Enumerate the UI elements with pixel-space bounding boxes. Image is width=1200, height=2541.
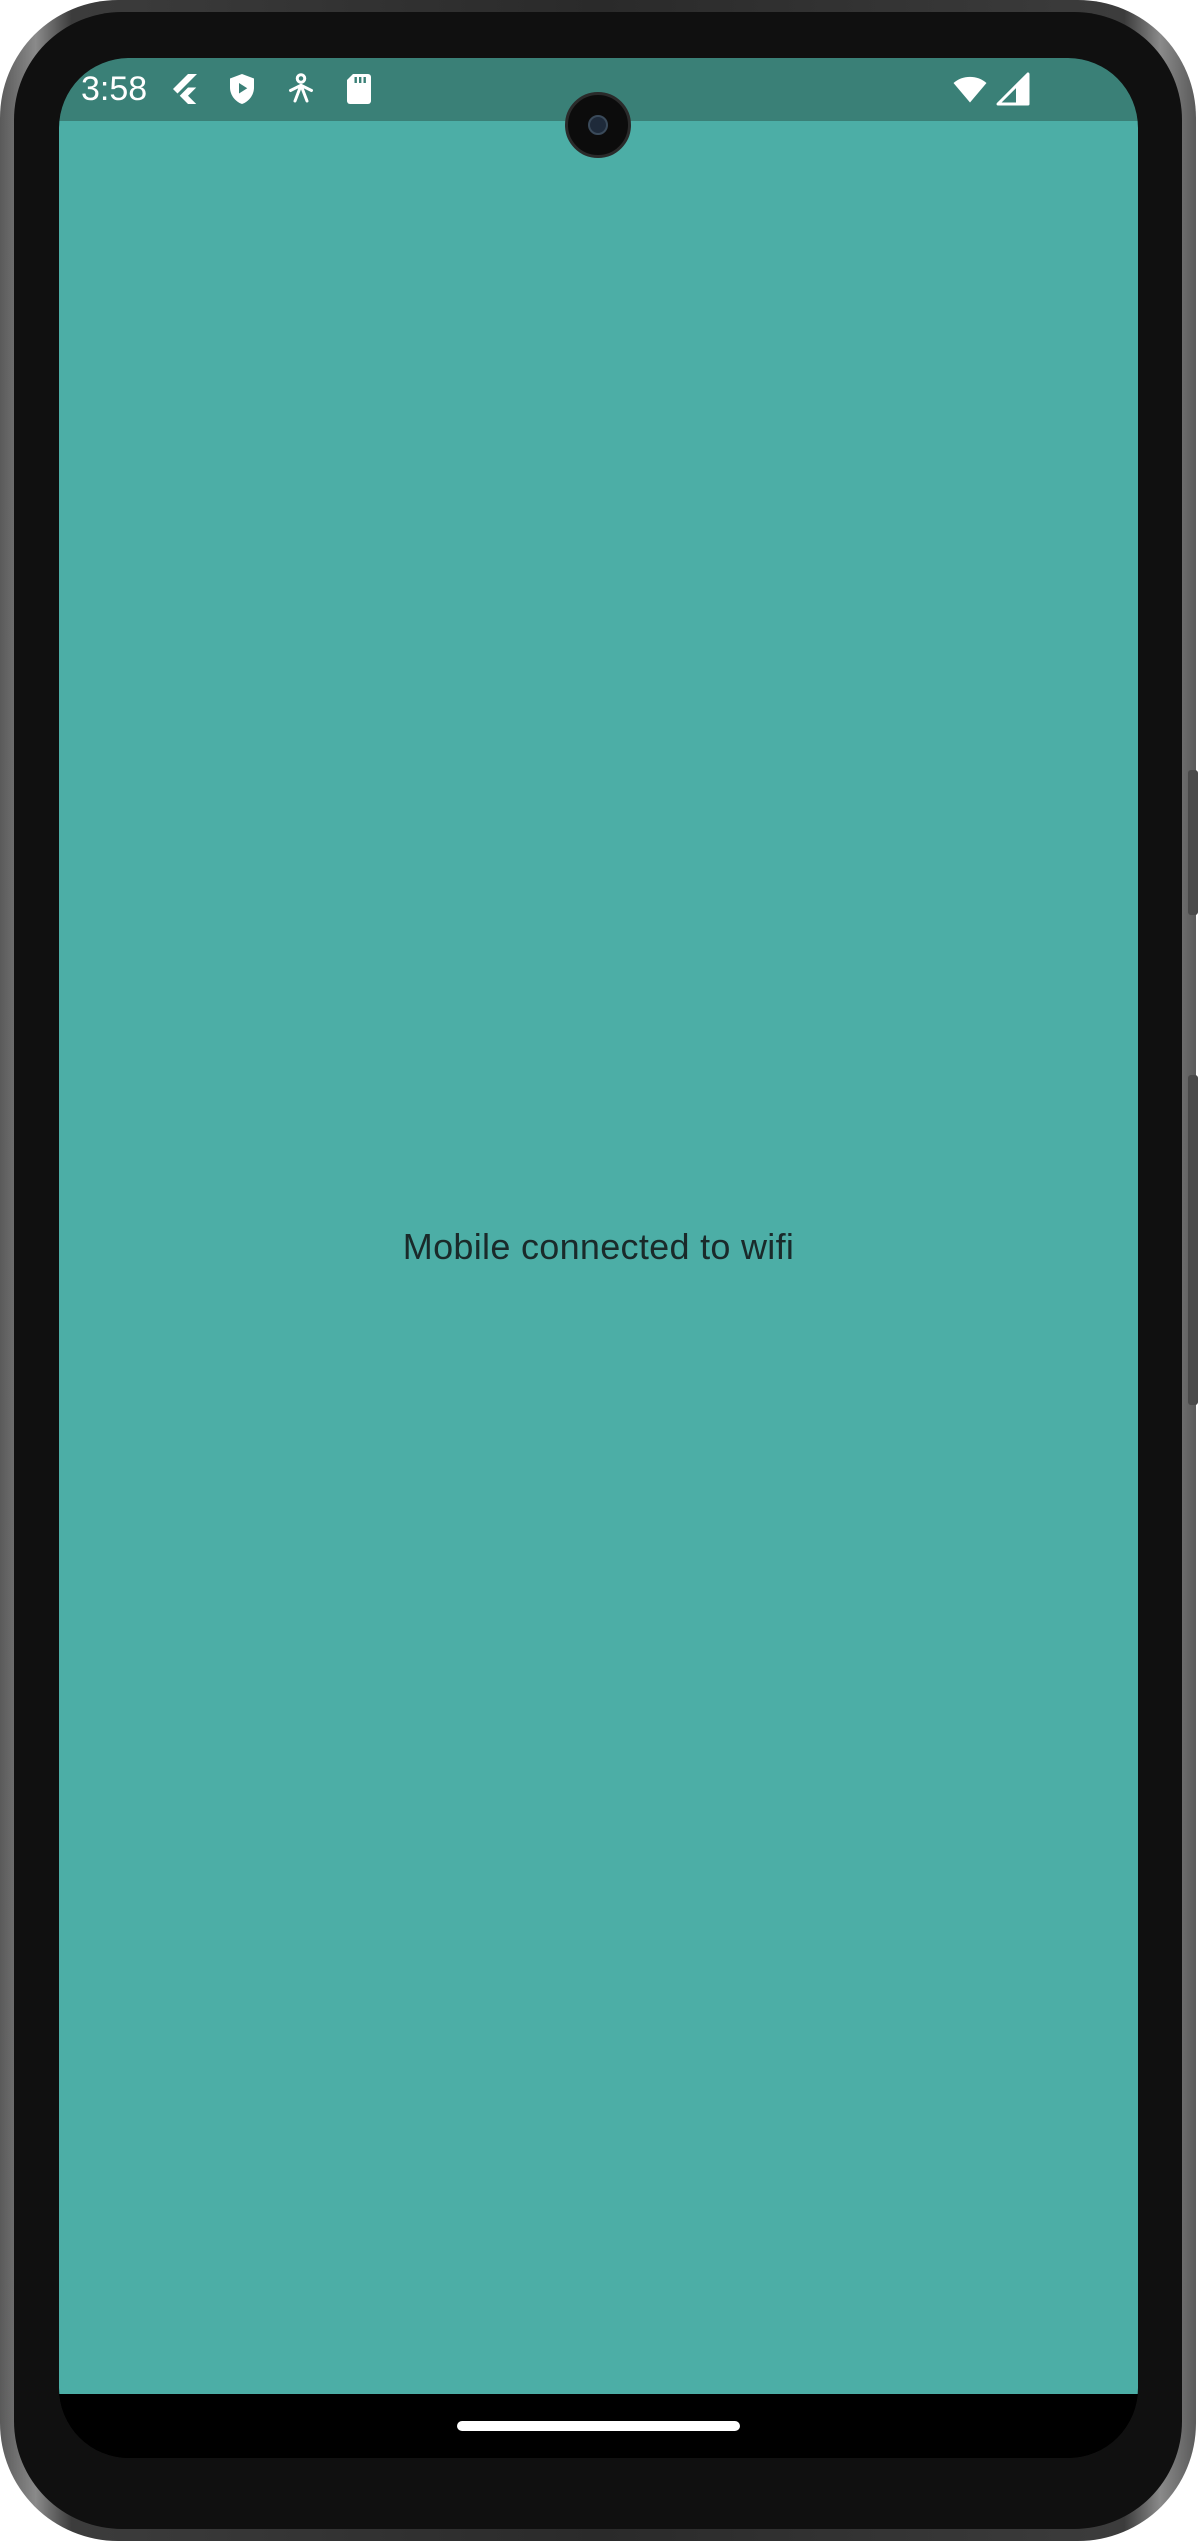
wifi-icon	[949, 71, 991, 107]
main-content: Mobile connected to wifi	[59, 121, 1138, 2394]
device-screen: 3:58 Mobile connected to wifi	[59, 58, 1138, 2458]
gesture-navigation-bar	[59, 2394, 1138, 2458]
camera-lens	[588, 115, 608, 135]
power-button	[1188, 1075, 1198, 1405]
front-camera	[565, 92, 631, 158]
home-indicator[interactable]	[457, 2421, 740, 2431]
status-time: 3:58	[81, 70, 148, 108]
connection-status-text: Mobile connected to wifi	[402, 1225, 795, 1267]
volume-button	[1188, 770, 1198, 915]
cellular-signal-icon	[993, 71, 1033, 107]
shield-play-icon	[224, 71, 260, 107]
sd-card-icon	[341, 71, 377, 107]
accessibility-icon	[283, 71, 319, 107]
flutter-icon	[167, 71, 203, 107]
